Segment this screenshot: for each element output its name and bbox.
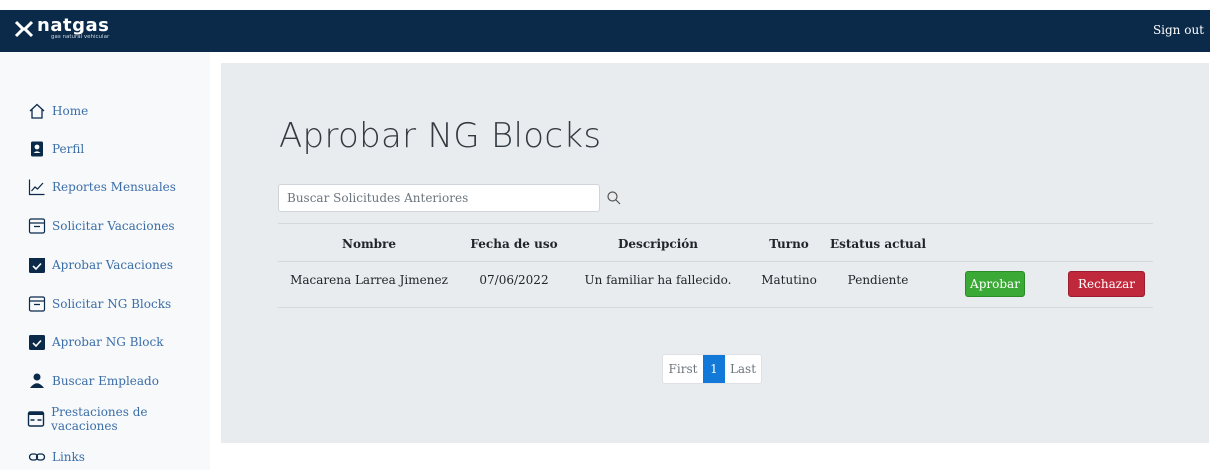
sidebar-item-aprobar-vacaciones[interactable]: Aprobar Vacaciones (27, 254, 173, 276)
sidebar-item-label: Buscar Empleado (52, 374, 159, 388)
sidebar-item-solicitar-vacaciones[interactable]: Solicitar Vacaciones (27, 215, 175, 237)
sidebar-item-label: Aprobar NG Block (52, 335, 164, 349)
sidebar-item-aprobar-ng-block[interactable]: Aprobar NG Block (27, 331, 163, 353)
sidebar-item-links[interactable]: Links (27, 446, 85, 468)
person-icon (27, 372, 46, 391)
sidebar-item-label: Solicitar NG Blocks (52, 297, 172, 311)
reject-button[interactable]: Rechazar (1068, 271, 1145, 297)
brand-tagline: gas natural vehicular (51, 34, 110, 40)
search-bar (278, 184, 622, 212)
sidebar-item-label: Reportes Mensuales (52, 180, 176, 194)
calendar-check-icon (27, 333, 46, 352)
page-first-button[interactable]: First (663, 355, 703, 383)
sidebar-item-prestaciones-de-vacaciones[interactable]: Prestaciones de vacaciones (27, 405, 210, 433)
sidebar-item-label: Links (52, 450, 85, 464)
cell-fecha: 07/06/2022 (479, 273, 549, 287)
column-header-nombre: Nombre (341, 237, 397, 251)
inbox-icon (27, 217, 46, 236)
sidebar: Home Perfil Reportes Mensuales Solicitar… (0, 52, 210, 470)
calendar-range-icon (27, 410, 45, 429)
cell-estatus: Pendiente (847, 273, 909, 287)
table-divider (278, 307, 1153, 308)
column-header-turno: Turno (769, 237, 809, 251)
natgas-x-logo-icon (14, 20, 34, 38)
sign-out-link[interactable]: Sign out (1153, 23, 1204, 37)
search-input[interactable] (278, 184, 600, 212)
sidebar-item-home[interactable]: Home (27, 100, 88, 122)
sidebar-item-buscar-empleado[interactable]: Buscar Empleado (27, 370, 159, 392)
link-icon (27, 448, 46, 467)
table-divider (278, 261, 1153, 262)
line-chart-icon (27, 178, 46, 197)
column-header-fecha-de-uso: Fecha de uso (470, 237, 558, 251)
cell-nombre: Macarena Larrea Jimenez (290, 273, 448, 287)
sidebar-item-label: Perfil (52, 142, 85, 156)
approve-button[interactable]: Aprobar (965, 271, 1025, 297)
profile-badge-icon (27, 140, 46, 159)
page-last-button[interactable]: Last (725, 355, 761, 383)
sidebar-item-label: Aprobar Vacaciones (52, 258, 174, 272)
sidebar-item-label: Prestaciones de vacaciones (51, 405, 148, 433)
table-divider (278, 223, 1153, 224)
sidebar-item-label: Home (52, 104, 89, 118)
calendar-check-icon (27, 256, 46, 275)
column-header-descripcion: Descripción (618, 237, 698, 251)
cell-turno: Matutino (761, 273, 817, 287)
inbox-icon (27, 295, 46, 314)
column-header-estatus-actual: Estatus actual (829, 237, 927, 251)
natgas-logo[interactable]: natgas gas natural vehicular (13, 15, 110, 44)
sidebar-item-reportes-mensuales[interactable]: Reportes Mensuales (27, 176, 176, 198)
pagination: First 1 Last (662, 354, 762, 384)
page-title: Aprobar NG Blocks (279, 116, 602, 156)
brand-name: natgas (37, 15, 110, 36)
search-icon[interactable] (606, 190, 622, 206)
page-number-button[interactable]: 1 (703, 355, 725, 383)
main-panel: Aprobar NG Blocks Nombre Fecha de uso De… (221, 63, 1209, 443)
cell-descripcion: Un familiar ha fallecido. (584, 273, 732, 287)
sidebar-item-perfil[interactable]: Perfil (27, 138, 84, 160)
top-navbar: natgas gas natural vehicular Sign out (0, 10, 1210, 52)
sidebar-item-solicitar-ng-blocks[interactable]: Solicitar NG Blocks (27, 293, 171, 315)
sidebar-item-label: Solicitar Vacaciones (52, 219, 175, 233)
house-icon (27, 102, 46, 121)
